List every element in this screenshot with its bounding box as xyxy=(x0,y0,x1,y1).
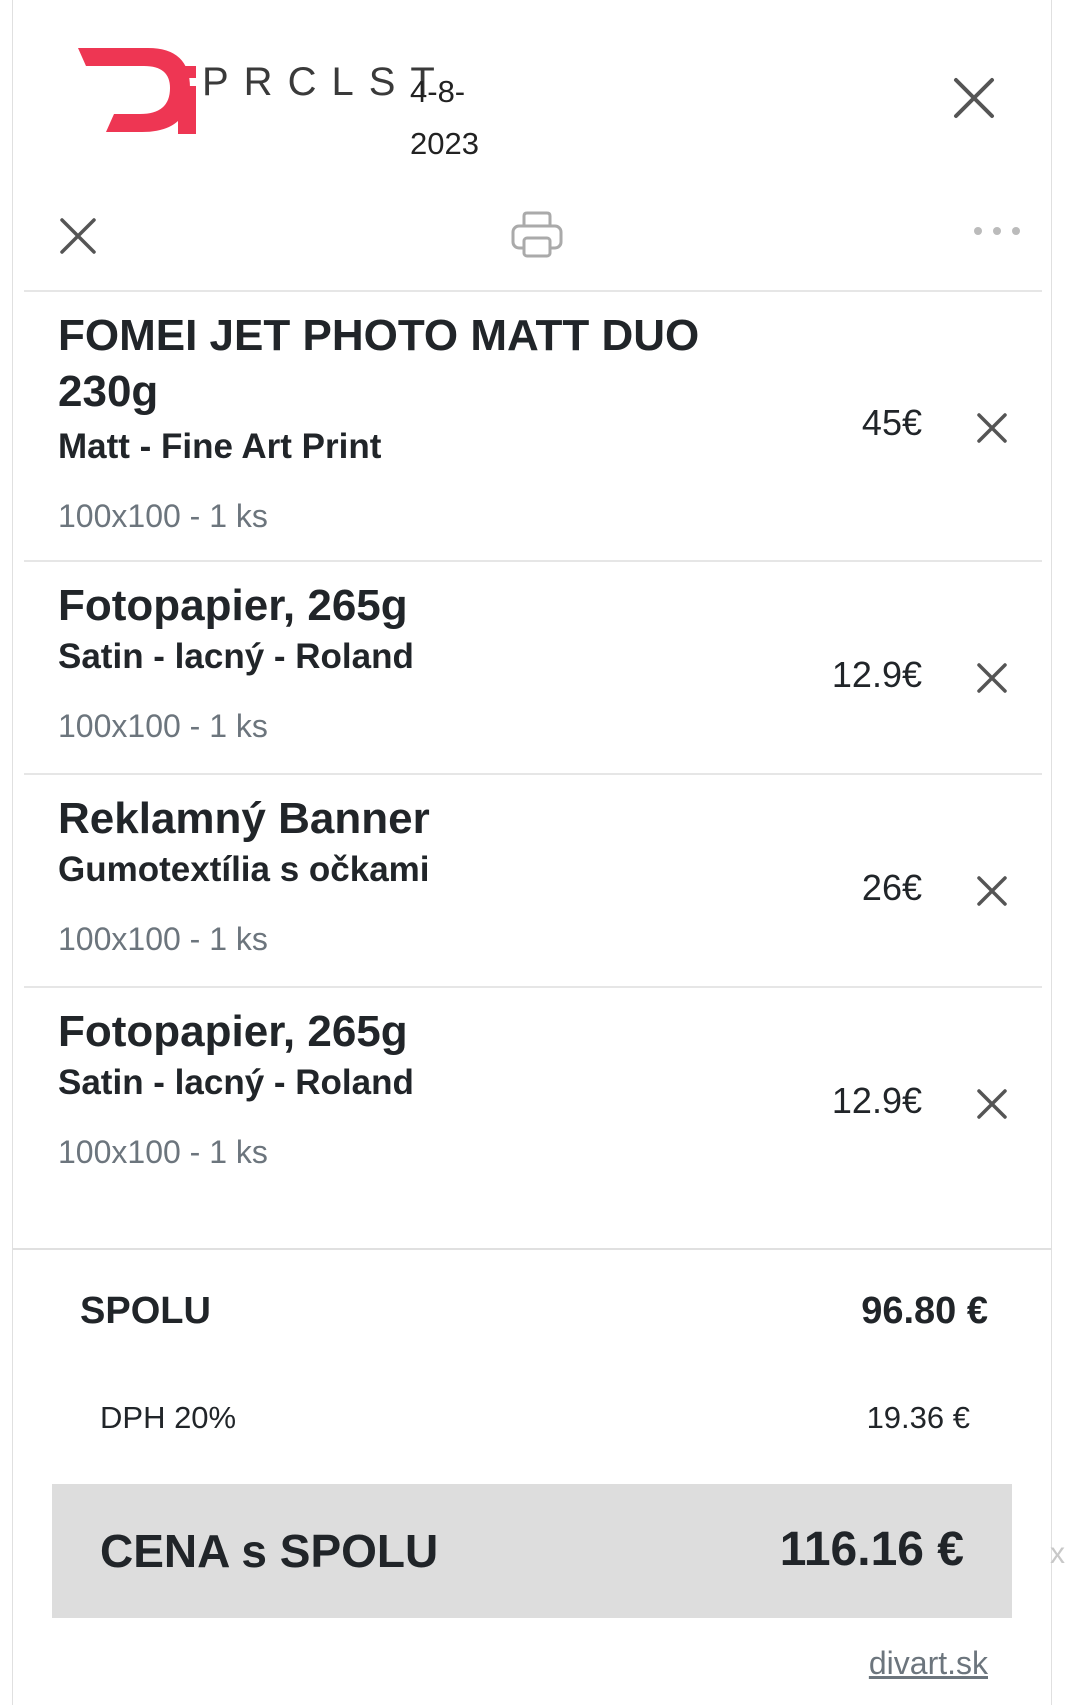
close-icon[interactable] xyxy=(946,70,1002,126)
grand-total-label: CENA s SPOLU xyxy=(100,1525,439,1577)
subtotal-label: SPOLU xyxy=(80,1290,211,1332)
item-price: 12.9€ xyxy=(831,654,922,695)
item-name: FOMEI JET PHOTO MATT DUO 230g xyxy=(58,311,700,416)
more-dots-icon[interactable] xyxy=(970,216,1024,246)
cart-items: FOMEI JET PHOTO MATT DUO 230g Matt - Fin… xyxy=(24,292,1042,1228)
vat-row: DPH 20% 19.36 € xyxy=(100,1400,970,1436)
remove-item-icon[interactable] xyxy=(972,871,1012,911)
item-name: Fotopapier, 265g xyxy=(58,1007,408,1056)
toolbar xyxy=(24,196,1042,292)
cart-item: Fotopapier, 265g Satin - lacný - Roland … xyxy=(24,562,1042,775)
cart-item: Fotopapier, 265g Satin - lacný - Roland … xyxy=(24,988,1042,1228)
remove-item-icon[interactable] xyxy=(972,658,1012,698)
item-size-qty: 100x100 - 1 ks xyxy=(58,708,268,744)
edge-close-mark: x xyxy=(1050,1537,1065,1570)
printer-icon[interactable] xyxy=(510,210,564,260)
close-icon[interactable] xyxy=(54,212,102,260)
vat-value: 19.36 € xyxy=(866,1400,970,1435)
totals-section: SPOLU 96.80 € DPH 20% 19.36 € CENA s SPO… xyxy=(12,1248,1052,1705)
cart-item: FOMEI JET PHOTO MATT DUO 230g Matt - Fin… xyxy=(24,292,1042,562)
item-price: 26€ xyxy=(861,867,922,908)
cart-item: Reklamný Banner Gumotextília s očkami 10… xyxy=(24,775,1042,988)
order-date: 4-8-2023 xyxy=(410,74,479,161)
grand-total-value: 116.16 € xyxy=(779,1523,964,1576)
item-size-qty: 100x100 - 1 ks xyxy=(58,498,268,534)
item-name: Fotopapier, 265g xyxy=(58,581,408,630)
item-price: 12.9€ xyxy=(831,1080,922,1121)
subtotal-value: 96.80 € xyxy=(861,1290,988,1332)
subtotal-row: SPOLU 96.80 € xyxy=(80,1290,988,1333)
grand-total-box: CENA s SPOLU 116.16 € xyxy=(52,1484,1012,1618)
remove-item-icon[interactable] xyxy=(972,408,1012,448)
item-name: Reklamný Banner xyxy=(58,794,430,843)
item-size-qty: 100x100 - 1 ks xyxy=(58,921,268,957)
remove-item-icon[interactable] xyxy=(972,1084,1012,1124)
vat-label: DPH 20% xyxy=(100,1400,237,1435)
item-price: 45€ xyxy=(861,402,922,443)
item-size-qty: 100x100 - 1 ks xyxy=(58,1134,268,1170)
site-link[interactable]: divart.sk xyxy=(869,1645,988,1682)
